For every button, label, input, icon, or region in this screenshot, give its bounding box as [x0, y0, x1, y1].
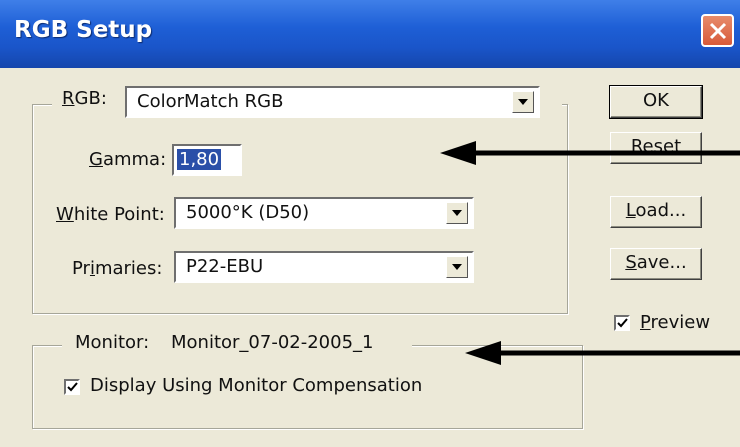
- load-button[interactable]: Load...: [610, 196, 702, 228]
- checkmark-icon: [617, 318, 628, 328]
- white-point-value: 5000°K (D50): [186, 202, 310, 223]
- rgb-select[interactable]: ColorMatch RGB: [125, 86, 540, 118]
- annotation-arrow-gamma: [440, 141, 740, 165]
- annotation-arrow-monitor: [465, 341, 740, 365]
- dialog-body: RGB: ColorMatch RGB Gamma: 1,80 White Po…: [0, 68, 740, 447]
- rgb-select-value: ColorMatch RGB: [137, 91, 284, 112]
- primaries-label: Primaries:: [72, 258, 163, 279]
- primaries-value: P22-EBU: [186, 256, 264, 277]
- save-button[interactable]: Save...: [610, 248, 702, 280]
- preview-label[interactable]: Preview: [640, 312, 710, 333]
- title-bar[interactable]: RGB Setup: [0, 0, 740, 68]
- gamma-value: 1,80: [177, 149, 222, 170]
- rgb-label: RGB:: [62, 88, 107, 109]
- chevron-down-icon: [452, 264, 462, 270]
- gamma-input[interactable]: 1,80: [172, 144, 242, 176]
- chevron-down-icon: [518, 99, 528, 105]
- chevron-down-icon: [452, 210, 462, 216]
- white-point-dropdown-arrow[interactable]: [446, 202, 468, 224]
- compensation-label[interactable]: Display Using Monitor Compensation: [90, 375, 422, 396]
- rgb-setup-dialog: RGB Setup RGB: ColorMatch RGB Gamma: 1,8…: [0, 0, 740, 447]
- preview-checkbox[interactable]: [614, 315, 630, 331]
- primaries-dropdown-arrow[interactable]: [446, 256, 468, 278]
- primaries-select[interactable]: P22-EBU: [174, 251, 474, 283]
- checkmark-icon: [67, 382, 78, 392]
- gamma-label: Gamma:: [89, 149, 167, 170]
- monitor-label: Monitor:: [75, 332, 150, 353]
- monitor-value: Monitor_07-02-2005_1: [171, 332, 374, 353]
- close-icon: [709, 22, 727, 40]
- rgb-dropdown-arrow[interactable]: [512, 91, 534, 113]
- compensation-checkbox[interactable]: [64, 379, 80, 395]
- white-point-label: White Point:: [56, 204, 165, 225]
- ok-button[interactable]: OK: [609, 85, 703, 119]
- dialog-title: RGB Setup: [14, 17, 153, 43]
- white-point-select[interactable]: 5000°K (D50): [174, 197, 474, 229]
- close-button[interactable]: [701, 14, 734, 47]
